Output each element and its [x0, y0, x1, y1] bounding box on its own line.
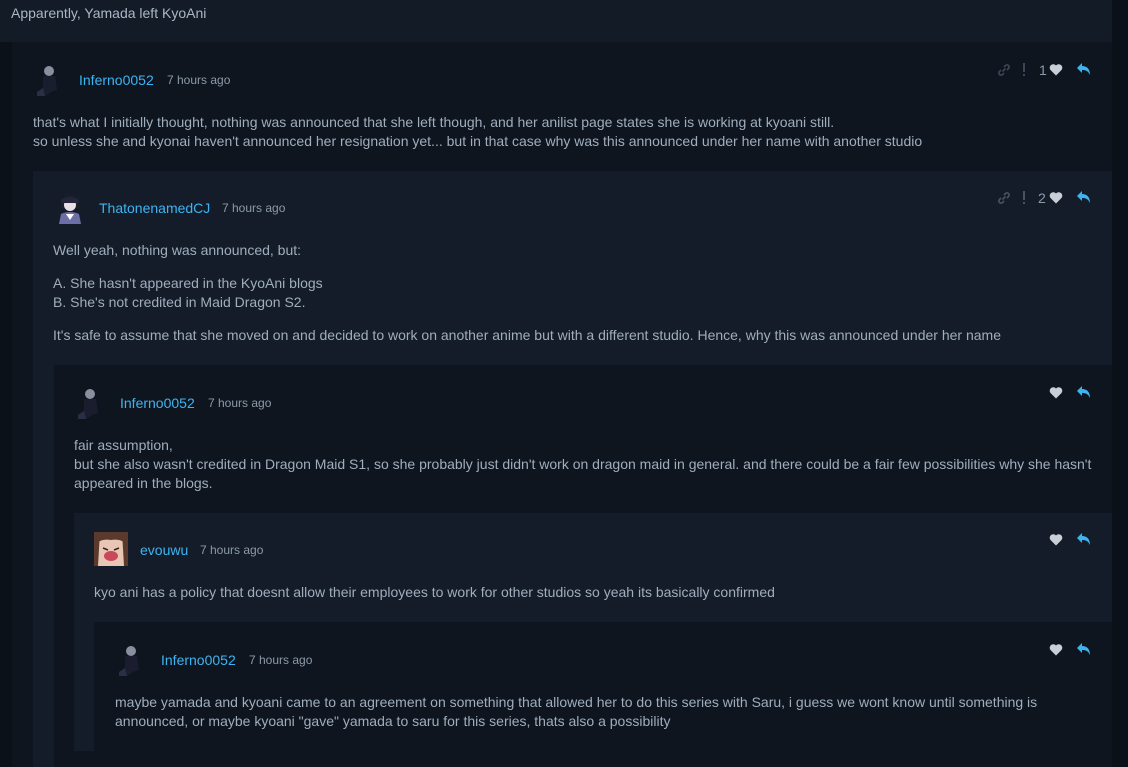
comment-text-line: so unless she and kyonai haven't announc… [33, 133, 923, 149]
comment-text-line: It's safe to assume that she moved on an… [53, 327, 1001, 343]
timestamp: 7 hours ago [167, 73, 231, 87]
avatar[interactable] [33, 62, 67, 96]
reply-icon[interactable] [1076, 642, 1092, 656]
username-link[interactable]: Inferno0052 [79, 72, 154, 88]
timestamp: 7 hours ago [200, 543, 264, 557]
comment-body: kyo ani has a policy that doesnt allow t… [94, 583, 1094, 602]
timestamp: 7 hours ago [249, 653, 313, 667]
link-icon[interactable] [996, 190, 1012, 206]
comment-actions [1049, 385, 1092, 403]
username-link[interactable]: Inferno0052 [120, 395, 195, 411]
reply-icon[interactable] [1076, 62, 1092, 76]
comment-text-line: Well yeah, nothing was announced, but: [53, 242, 302, 258]
avatar[interactable] [74, 385, 108, 419]
link-icon[interactable] [996, 62, 1012, 78]
avatar[interactable] [53, 190, 87, 224]
comment-actions [1049, 642, 1092, 660]
comment-body: that's what I initially thought, nothing… [33, 113, 1093, 151]
report-icon[interactable] [1021, 190, 1027, 206]
username-link[interactable]: ThatonenamedCJ [99, 200, 210, 216]
comment-text-line: B. She's not credited in Maid Dragon S2. [53, 294, 306, 310]
comment-body: maybe yamada and kyoani came to an agree… [115, 693, 1075, 731]
comment-body: Well yeah, nothing was announced, but: A… [53, 241, 1093, 345]
timestamp: 7 hours ago [208, 396, 272, 410]
comment-actions: 1 [996, 62, 1092, 80]
thread-title-bar: Apparently, Yamada left KyoAni [0, 0, 1112, 42]
like-count: 2 [1038, 190, 1046, 206]
report-icon[interactable] [1021, 62, 1027, 78]
reply-icon[interactable] [1076, 190, 1092, 204]
comment-text-line: but she also wasn't credited in Dragon M… [74, 456, 1092, 491]
heart-icon[interactable] [1049, 191, 1063, 204]
avatar[interactable] [115, 642, 149, 676]
comment-actions [1049, 532, 1092, 550]
username-link[interactable]: evouwu [140, 542, 188, 558]
comment-actions: 2 [996, 190, 1092, 208]
heart-icon[interactable] [1049, 63, 1063, 76]
heart-icon[interactable] [1049, 533, 1063, 546]
comment-text-line: kyo ani has a policy that doesnt allow t… [94, 584, 775, 600]
comment-container-level-5 [94, 622, 1112, 751]
like-count: 1 [1039, 62, 1047, 78]
heart-icon[interactable] [1049, 386, 1063, 399]
comment-text-line: that's what I initially thought, nothing… [33, 114, 835, 130]
comment-body: fair assumption, but she also wasn't cre… [74, 436, 1094, 493]
reply-icon[interactable] [1076, 385, 1092, 399]
reply-icon[interactable] [1076, 532, 1092, 546]
heart-icon[interactable] [1049, 643, 1063, 656]
comment-text-line: fair assumption, [74, 437, 173, 453]
comment-text-line: maybe yamada and kyoani came to an agree… [115, 694, 1038, 729]
thread-title: Apparently, Yamada left KyoAni [11, 5, 207, 21]
comment-text-line: A. She hasn't appeared in the KyoAni blo… [53, 275, 323, 291]
username-link[interactable]: Inferno0052 [161, 652, 236, 668]
timestamp: 7 hours ago [222, 201, 286, 215]
avatar[interactable] [94, 532, 128, 566]
